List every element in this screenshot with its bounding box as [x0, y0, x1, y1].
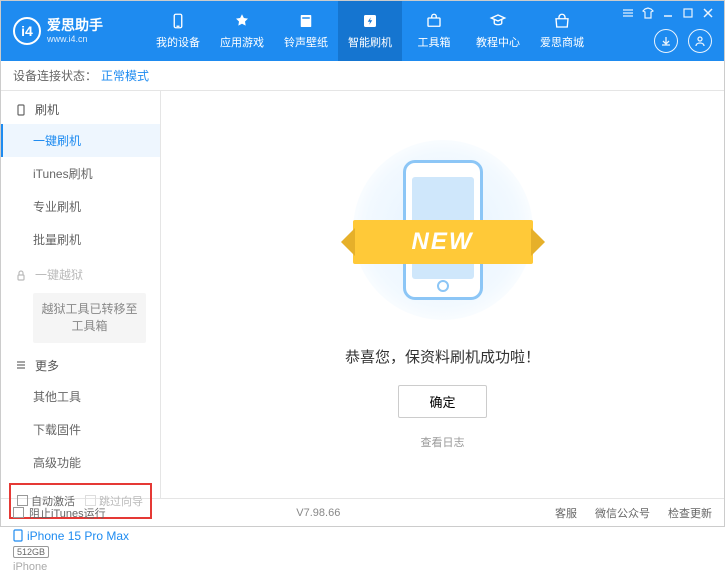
- skin-icon[interactable]: [642, 7, 654, 19]
- ringtone-icon: [297, 12, 315, 30]
- nav-toolbox[interactable]: 工具箱: [402, 1, 466, 61]
- sidebar-section-flash[interactable]: 刷机: [1, 91, 160, 124]
- ok-button[interactable]: 确定: [398, 385, 486, 418]
- status-label: 设备连接状态：: [13, 67, 97, 84]
- logo: i4 爱思助手 www.i4.cn: [1, 17, 146, 45]
- nav-my-device[interactable]: 我的设备: [146, 1, 210, 61]
- logo-icon: i4: [13, 17, 41, 45]
- device-info[interactable]: iPhone 15 Pro Max 512GB iPhone: [1, 523, 160, 581]
- footer-link-update[interactable]: 检查更新: [668, 505, 712, 521]
- sidebar-item-advanced[interactable]: 高级功能: [1, 446, 160, 479]
- sidebar-item-itunes-flash[interactable]: iTunes刷机: [1, 157, 160, 190]
- nav-label: 我的设备: [156, 34, 200, 50]
- checkbox-icon: [13, 507, 24, 518]
- device-storage-badge: 512GB: [13, 546, 49, 558]
- device-phone-icon: [13, 529, 23, 542]
- nav-label: 铃声壁纸: [284, 34, 328, 50]
- sidebar: 刷机 一键刷机 iTunes刷机 专业刷机 批量刷机 一键越狱 越狱工具已转移至…: [1, 91, 161, 498]
- minimize-icon[interactable]: [662, 7, 674, 19]
- sidebar-section-jailbreak: 一键越狱: [1, 256, 160, 289]
- close-icon[interactable]: [702, 7, 714, 19]
- sidebar-section-more[interactable]: 更多: [1, 347, 160, 380]
- nav-apps[interactable]: 应用游戏: [210, 1, 274, 61]
- success-illustration: NEW: [343, 140, 543, 320]
- phone-icon: [169, 12, 187, 30]
- device-name-label: iPhone 15 Pro Max: [27, 529, 129, 543]
- nav-tutorials[interactable]: 教程中心: [466, 1, 530, 61]
- sidebar-item-download-firmware[interactable]: 下载固件: [1, 413, 160, 446]
- download-button[interactable]: [654, 29, 678, 53]
- user-button[interactable]: [688, 29, 712, 53]
- sidebar-item-batch-flash[interactable]: 批量刷机: [1, 223, 160, 256]
- footer-link-support[interactable]: 客服: [555, 505, 577, 521]
- app-header: i4 爱思助手 www.i4.cn 我的设备 应用游戏 铃声壁纸 智能刷机 工具…: [1, 1, 724, 61]
- status-bar: 设备连接状态： 正常模式: [1, 61, 724, 91]
- store-icon: [553, 12, 571, 30]
- nav-ringtones[interactable]: 铃声壁纸: [274, 1, 338, 61]
- sidebar-item-pro-flash[interactable]: 专业刷机: [1, 190, 160, 223]
- main-content: NEW 恭喜您，保资料刷机成功啦！ 确定 查看日志: [161, 91, 724, 498]
- maximize-icon[interactable]: [682, 7, 694, 19]
- sidebar-item-other-tools[interactable]: 其他工具: [1, 380, 160, 413]
- menu-icon[interactable]: [622, 7, 634, 19]
- nav-label: 智能刷机: [348, 34, 392, 50]
- lock-icon: [15, 269, 27, 281]
- success-message: 恭喜您，保资料刷机成功啦！: [345, 346, 540, 367]
- app-url: www.i4.cn: [47, 34, 103, 44]
- version-label: V7.98.66: [296, 507, 364, 519]
- sidebar-item-oneclick-flash[interactable]: 一键刷机: [1, 124, 160, 157]
- more-section-icon: [15, 359, 27, 371]
- nav-label: 应用游戏: [220, 34, 264, 50]
- device-type: iPhone: [13, 561, 148, 573]
- app-title: 爱思助手: [47, 18, 103, 33]
- footer-link-wechat[interactable]: 微信公众号: [595, 505, 650, 521]
- flash-section-icon: [15, 104, 27, 116]
- view-log-link[interactable]: 查看日志: [421, 434, 465, 450]
- toolbox-icon: [425, 12, 443, 30]
- new-ribbon: NEW: [353, 220, 533, 264]
- tutorial-icon: [489, 12, 507, 30]
- checkbox-block-itunes[interactable]: 阻止iTunes运行: [13, 505, 106, 521]
- nav-store[interactable]: 爱思商城: [530, 1, 594, 61]
- nav-label: 工具箱: [418, 34, 451, 50]
- sidebar-jailbreak-note[interactable]: 越狱工具已转移至工具箱: [33, 293, 146, 343]
- flash-icon: [361, 12, 379, 30]
- window-controls: [622, 7, 714, 19]
- apps-icon: [233, 12, 251, 30]
- nav-flash[interactable]: 智能刷机: [338, 1, 402, 61]
- nav-label: 爱思商城: [540, 34, 584, 50]
- nav-label: 教程中心: [476, 34, 520, 50]
- status-value: 正常模式: [101, 67, 149, 84]
